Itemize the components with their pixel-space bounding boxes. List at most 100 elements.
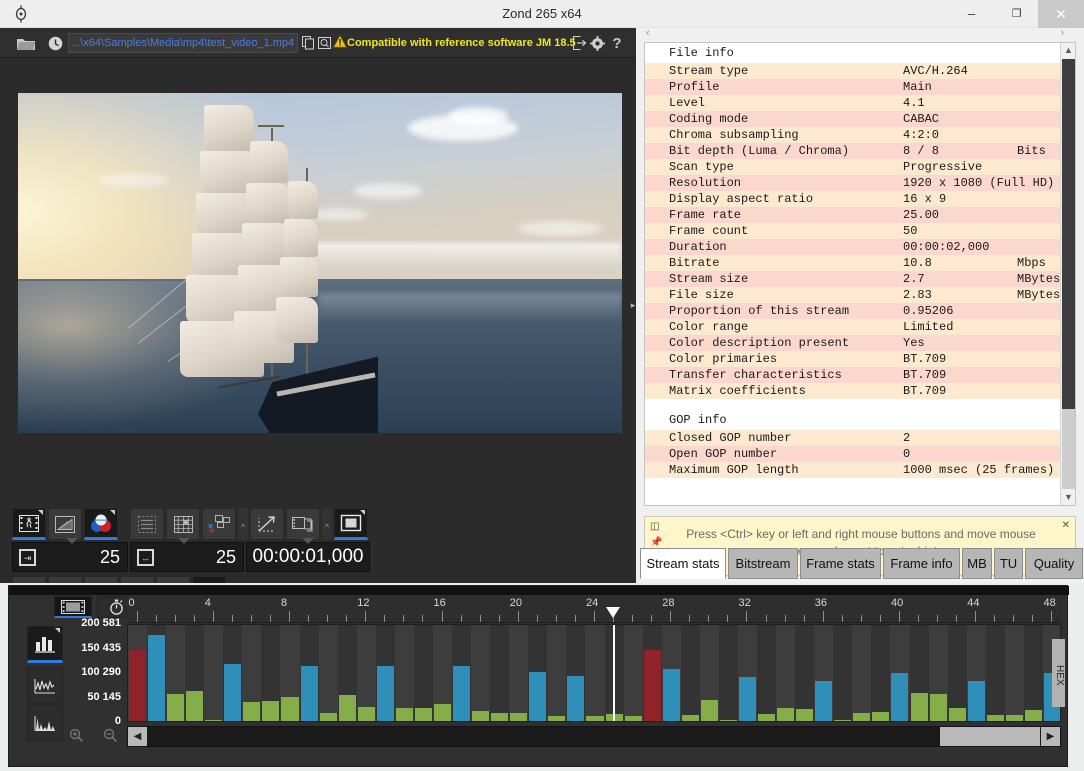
fit-to-window-button[interactable] xyxy=(334,508,368,540)
scroll-left-button[interactable]: ◀ xyxy=(128,727,147,746)
bitrate-bar[interactable] xyxy=(586,716,603,721)
video-preview[interactable] xyxy=(18,93,622,433)
info-row[interactable]: Stream typeAVC/H.264 xyxy=(645,63,1075,79)
bitrate-bar[interactable] xyxy=(987,715,1004,721)
frame-view-button[interactable] xyxy=(12,508,46,540)
bitrate-bar[interactable] xyxy=(720,720,737,721)
info-row[interactable]: Maximum GOP length1000 msec (25 frames) xyxy=(645,462,1075,478)
poc-number-field[interactable]: ↔ 25 xyxy=(130,542,244,572)
bitrate-bar[interactable] xyxy=(281,697,298,721)
info-row[interactable]: Display aspect ratio16 x 9 xyxy=(645,191,1075,207)
frames-mode-tab[interactable] xyxy=(54,596,92,618)
bitrate-bar[interactable] xyxy=(510,713,527,721)
info-row[interactable]: Scan typeProgressive xyxy=(645,159,1075,175)
scroll-left-arrow-icon[interactable]: ‹ xyxy=(646,27,650,39)
bitrate-bar[interactable] xyxy=(758,714,775,721)
bitrate-bar[interactable] xyxy=(1025,710,1042,721)
info-row[interactable]: Transfer characteristicsBT.709 xyxy=(645,367,1075,383)
zoom-in-icon[interactable] xyxy=(69,728,84,746)
info-row[interactable]: Frame count50 xyxy=(645,223,1075,239)
info-row[interactable]: Matrix coefficientsBT.709 xyxy=(645,383,1075,399)
info-row[interactable]: Bit depth (Luma / Chroma)8 / 8Bits xyxy=(645,143,1075,159)
bitrate-bar[interactable] xyxy=(739,677,756,721)
info-row[interactable]: Frame rate25.00 xyxy=(645,207,1075,223)
zoom-out-icon[interactable] xyxy=(103,728,118,746)
tab-mb[interactable]: MB xyxy=(962,548,992,579)
resize-icon[interactable]: ◫ xyxy=(650,521,659,532)
info-row[interactable]: ProfileMain xyxy=(645,79,1075,95)
bitrate-bar[interactable] xyxy=(949,708,966,721)
bitrate-bar[interactable] xyxy=(396,708,413,721)
tab-frame-info[interactable]: Frame info xyxy=(883,548,960,579)
bitrate-bar[interactable] xyxy=(644,650,661,721)
bitrate-bar[interactable] xyxy=(377,666,394,721)
splitter-handle[interactable] xyxy=(178,538,190,544)
splitter-handle[interactable] xyxy=(66,538,78,544)
playhead-line[interactable] xyxy=(613,625,615,721)
grid-overlay-button[interactable] xyxy=(166,508,200,540)
bitrate-bar[interactable] xyxy=(301,666,318,721)
bitrate-bar[interactable] xyxy=(186,691,203,721)
blocks-overlay-button[interactable] xyxy=(202,508,236,540)
bitrate-bar[interactable] xyxy=(167,694,184,721)
bitrate-bar[interactable] xyxy=(434,704,451,721)
bitrate-bar[interactable] xyxy=(663,669,680,721)
bitrate-bar[interactable] xyxy=(224,664,241,721)
bitrate-bar[interactable] xyxy=(834,720,851,721)
bitrate-bar[interactable] xyxy=(358,707,375,721)
slices-overlay-button[interactable] xyxy=(130,508,164,540)
bitrate-bar[interactable] xyxy=(453,666,470,721)
folder-open-icon[interactable] xyxy=(12,31,40,55)
color-planes-button[interactable] xyxy=(84,508,118,540)
bitrate-bar[interactable] xyxy=(243,702,260,721)
info-row[interactable]: Resolution1920 x 1080 (Full HD) xyxy=(645,175,1075,191)
info-row[interactable]: Open GOP number0 xyxy=(645,446,1075,462)
bitrate-bar[interactable] xyxy=(205,720,222,721)
export-icon[interactable] xyxy=(571,31,587,55)
tab-bitstream[interactable]: Bitstream xyxy=(728,548,798,579)
bitrate-bar[interactable] xyxy=(911,693,928,721)
scroll-right-arrow-icon[interactable]: › xyxy=(1060,27,1064,39)
timeline-ruler[interactable]: 04812162024283236404448 xyxy=(127,595,1061,623)
scroll-down-button[interactable]: ▼ xyxy=(1061,490,1076,505)
pin-icon[interactable]: 📌 xyxy=(650,537,662,548)
bitrate-bar[interactable] xyxy=(472,711,489,721)
info-row[interactable]: Stream size2.7MBytes xyxy=(645,271,1075,287)
clock-icon[interactable] xyxy=(44,31,66,55)
hex-panel-toggle[interactable]: HEX xyxy=(1052,639,1065,707)
blocks-overlay-dropdown[interactable]: ^ xyxy=(238,508,248,540)
hscroll-thumb[interactable] xyxy=(940,727,1040,746)
scroll-right-button[interactable]: ▶ xyxy=(1041,727,1060,746)
bitrate-bar[interactable] xyxy=(529,672,546,721)
help-icon[interactable]: ? xyxy=(609,31,625,55)
bitrate-bar[interactable] xyxy=(682,715,699,721)
info-row[interactable]: Level4.1 xyxy=(645,95,1075,111)
bitrate-bar[interactable] xyxy=(320,713,337,721)
bitrate-bar[interactable] xyxy=(339,695,356,721)
info-row[interactable]: Proportion of this stream0.95206 xyxy=(645,303,1075,319)
vertical-splitter[interactable]: ▸ xyxy=(630,280,636,330)
stream-stats-table[interactable]: File infoStream typeAVC/H.264ProfileMain… xyxy=(644,42,1076,506)
tab-tu[interactable]: TU xyxy=(994,548,1023,579)
gradient-view-button[interactable] xyxy=(48,508,82,540)
scroll-up-button[interactable]: ▲ xyxy=(1061,43,1076,58)
bitrate-bar[interactable] xyxy=(567,676,584,721)
frame-number-field[interactable]: ⇥ 25 xyxy=(12,542,128,572)
bitrate-bar-plot[interactable] xyxy=(127,624,1061,722)
scrollbar-track[interactable] xyxy=(1062,409,1075,489)
bitrate-bar[interactable] xyxy=(129,650,146,721)
bitrate-bar[interactable] xyxy=(968,681,985,721)
info-vertical-scrollbar[interactable]: ▲ ▼ xyxy=(1060,43,1075,505)
bitrate-bar[interactable] xyxy=(701,700,718,721)
splitter-handle[interactable] xyxy=(302,538,314,544)
bitrate-bar[interactable] xyxy=(796,709,813,721)
playhead-marker[interactable] xyxy=(606,607,620,618)
maximize-button[interactable]: ❐ xyxy=(994,0,1039,28)
bitrate-bar[interactable] xyxy=(1006,715,1023,721)
info-row[interactable]: File size2.83MBytes xyxy=(645,287,1075,303)
bitrate-bar[interactable] xyxy=(891,673,908,721)
info-row[interactable]: Color description presentYes xyxy=(645,335,1075,351)
bitrate-bar[interactable] xyxy=(491,713,508,721)
bitrate-bar[interactable] xyxy=(148,635,165,721)
bitrate-bar[interactable] xyxy=(548,716,565,721)
